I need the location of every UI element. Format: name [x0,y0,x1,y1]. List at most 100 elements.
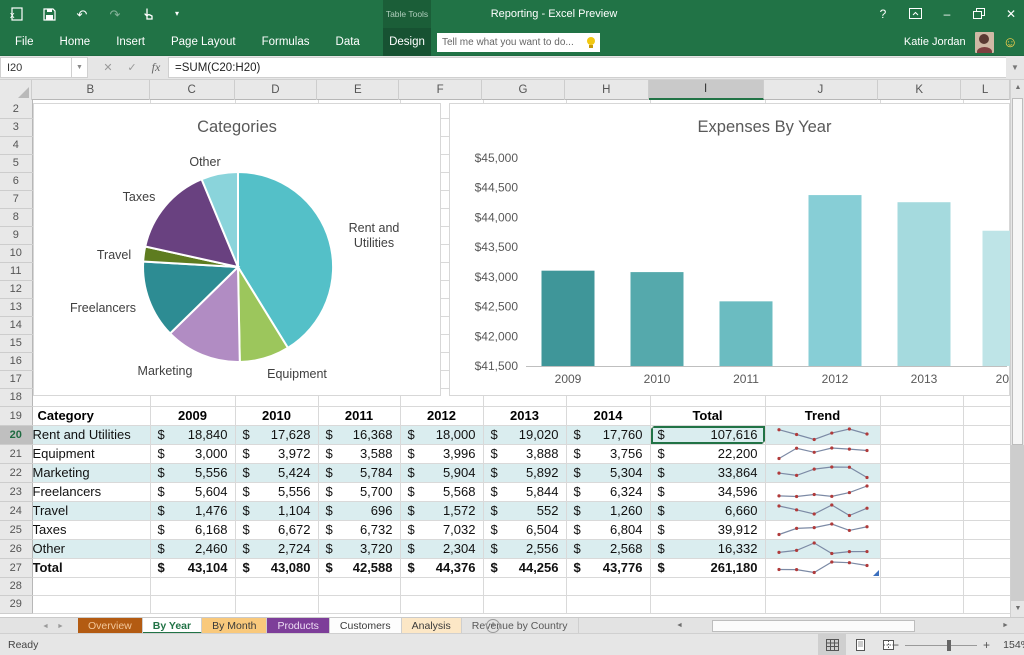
cell-K26[interactable] [880,539,963,558]
cell-L21[interactable] [963,444,1010,463]
cell-J22[interactable] [765,463,880,482]
cell-K29[interactable] [880,595,963,613]
row-header-17[interactable]: 17 [0,370,32,388]
cell-K22[interactable] [880,463,963,482]
hscroll-left-icon[interactable]: ◄ [676,618,683,634]
row-header-27[interactable]: 27 [0,558,32,577]
sheet-tab-overview[interactable]: Overview [78,618,143,634]
cell-G24[interactable]: $552 [483,501,566,520]
formula-bar-expand-icon[interactable]: ▼ [1006,56,1024,79]
qat-customize-icon[interactable]: ▾ [173,6,181,22]
cell-H28[interactable] [566,577,650,595]
row-header-7[interactable]: 7 [0,190,32,208]
tab-page-layout[interactable]: Page Layout [158,28,249,56]
cell-I26[interactable]: $16,332 [650,539,765,558]
cell-B29[interactable] [32,595,150,613]
cell-D22[interactable]: $5,424 [235,463,318,482]
cell-K21[interactable] [880,444,963,463]
cell-J23[interactable] [765,482,880,501]
cell-B28[interactable] [32,577,150,595]
cell-G26[interactable]: $2,556 [483,539,566,558]
row-header-29[interactable]: 29 [0,595,32,613]
cell-L28[interactable] [963,577,1010,595]
cell-I28[interactable] [650,577,765,595]
cell-G27[interactable]: $44,256 [483,558,566,577]
cell-I27[interactable]: $261,180 [650,558,765,577]
row-header-3[interactable]: 3 [0,118,32,136]
zoom-in-icon[interactable]: + [983,638,990,652]
cell-I25[interactable]: $39,912 [650,520,765,539]
cell-I21[interactable]: $22,200 [650,444,765,463]
row-header-9[interactable]: 9 [0,226,32,244]
cell-G28[interactable] [483,577,566,595]
cell-B24[interactable]: Travel [32,501,150,520]
cell-F19[interactable]: 2012 [400,406,483,425]
cell-H20[interactable]: $17,760 [566,425,650,444]
row-header-20[interactable]: 20 [0,425,32,444]
row-header-2[interactable]: 2 [0,100,32,118]
cell-C26[interactable]: $2,460 [150,539,235,558]
tab-file[interactable]: File [2,28,47,56]
cell-G22[interactable]: $5,892 [483,463,566,482]
tab-insert[interactable]: Insert [103,28,158,56]
enter-icon[interactable]: ✓ [120,61,144,74]
cell-L26[interactable] [963,539,1010,558]
sheet-tab-customers[interactable]: Customers [330,618,402,634]
cell-B25[interactable]: Taxes [32,520,150,539]
user-name[interactable]: Katie Jordan [904,36,966,48]
cell-J28[interactable] [765,577,880,595]
cell-E20[interactable]: $16,368 [318,425,400,444]
cell-D21[interactable]: $3,972 [235,444,318,463]
cell-C22[interactable]: $5,556 [150,463,235,482]
cell-I20[interactable]: $107,616 [650,425,765,444]
excel-app-icon[interactable]: x [8,6,24,22]
zoom-level[interactable]: 154% [996,639,1024,651]
cell-F21[interactable]: $3,996 [400,444,483,463]
tab-formulas[interactable]: Formulas [249,28,323,56]
row-header-21[interactable]: 21 [0,444,32,463]
insert-function-icon[interactable]: fx [144,60,168,75]
restore-icon[interactable] [972,8,986,21]
cell-J19[interactable]: Trend [765,406,880,425]
row-header-22[interactable]: 22 [0,463,32,482]
row-header-14[interactable]: 14 [0,316,32,334]
column-header-L[interactable]: L [961,80,1010,100]
row-header-24[interactable]: 24 [0,501,32,520]
cell-L27[interactable] [963,558,1010,577]
cell-E27[interactable]: $42,588 [318,558,400,577]
cell-J24[interactable] [765,501,880,520]
column-header-H[interactable]: H [565,80,649,100]
tell-me-input[interactable]: Tell me what you want to do... [437,33,600,52]
cell-C24[interactable]: $1,476 [150,501,235,520]
cell-B27[interactable]: Total [32,558,150,577]
cell-E23[interactable]: $5,700 [318,482,400,501]
hscroll-right-icon[interactable]: ► [1002,618,1009,634]
vertical-scroll-track[interactable] [1011,445,1024,601]
cell-C20[interactable]: $18,840 [150,425,235,444]
cell-C19[interactable]: 2009 [150,406,235,425]
tab-data[interactable]: Data [323,28,373,56]
row-header-16[interactable]: 16 [0,352,32,370]
row-header-28[interactable]: 28 [0,577,32,595]
cell-F23[interactable]: $5,568 [400,482,483,501]
column-header-B[interactable]: B [32,80,150,100]
cell-I23[interactable]: $34,596 [650,482,765,501]
cell-D24[interactable]: $1,104 [235,501,318,520]
cell-E28[interactable] [318,577,400,595]
tab-home[interactable]: Home [47,28,104,56]
horizontal-scroll-thumb[interactable] [712,620,915,632]
cell-D19[interactable]: 2010 [235,406,318,425]
cell-D20[interactable]: $17,628 [235,425,318,444]
cell-F20[interactable]: $18,000 [400,425,483,444]
zoom-out-icon[interactable]: − [892,638,899,652]
cell-D29[interactable] [235,595,318,613]
zoom-slider-thumb[interactable] [947,640,951,651]
cell-H26[interactable]: $2,568 [566,539,650,558]
row-header-8[interactable]: 8 [0,208,32,226]
row-header-25[interactable]: 25 [0,520,32,539]
new-sheet-button[interactable]: + [486,619,500,633]
cell-E21[interactable]: $3,588 [318,444,400,463]
tab-design[interactable]: Design [383,28,431,56]
cell-D23[interactable]: $5,556 [235,482,318,501]
cell-F24[interactable]: $1,572 [400,501,483,520]
